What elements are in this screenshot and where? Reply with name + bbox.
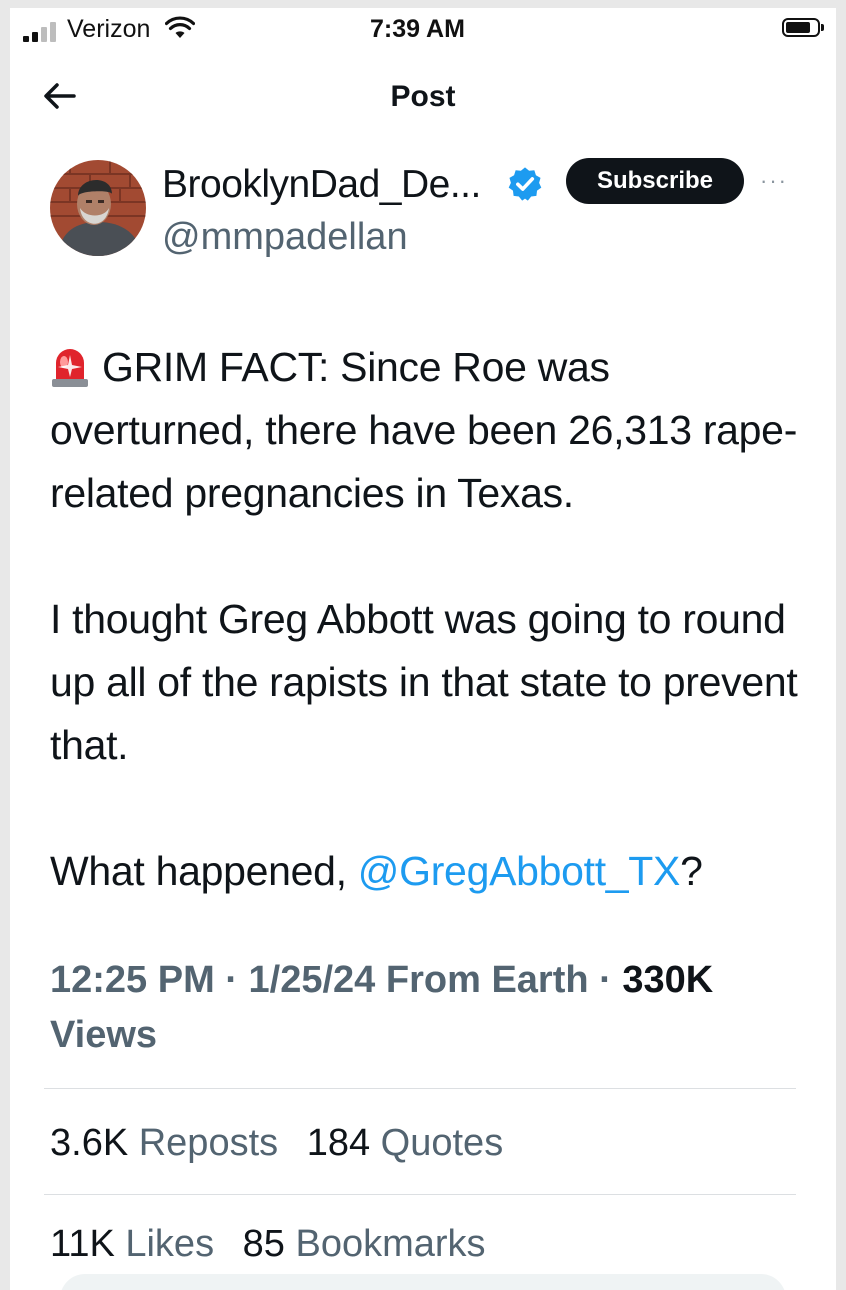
views-label: Views	[50, 1014, 158, 1056]
wifi-icon	[165, 16, 195, 38]
bookmarks-count: 85	[242, 1223, 285, 1265]
tweet-paragraph-3-suffix: ?	[680, 848, 703, 894]
likes-stat[interactable]: 11K Likes	[50, 1223, 214, 1265]
tweet-date[interactable]: 1/25/24	[249, 959, 376, 1001]
signal-strength-icon	[23, 20, 63, 42]
bookmarks-stat[interactable]: 85 Bookmarks	[243, 1223, 486, 1265]
carrier-name: Verizon	[67, 15, 151, 43]
tweet-paragraph-1: GRIM FACT: Since Roe was overturned, the…	[50, 336, 820, 525]
display-name[interactable]: BrooklynDad_De...	[162, 163, 481, 207]
meta-separator: ·	[214, 959, 249, 1001]
status-bar: Verizon 7:39 AM	[10, 8, 836, 52]
tweet-paragraph-1-text: GRIM FACT: Since Roe was overturned, the…	[50, 344, 798, 516]
reposts-label: Reposts	[138, 1122, 279, 1164]
views-count: 330K	[622, 959, 714, 1001]
more-options-icon[interactable]: ···	[760, 168, 788, 194]
battery-icon	[782, 18, 824, 37]
likes-count: 11K	[50, 1223, 115, 1265]
quotes-count: 184	[306, 1122, 371, 1164]
bookmarks-label: Bookmarks	[295, 1223, 486, 1265]
tweet-time[interactable]: 12:25 PM	[50, 959, 215, 1001]
tweet-paragraph-3-prefix: What happened,	[50, 848, 358, 894]
quotes-label: Quotes	[380, 1122, 504, 1164]
stats-row-1: 3.6K Reposts 184 Quotes	[50, 1122, 521, 1165]
divider	[44, 1194, 796, 1195]
tweet-paragraph-2: I thought Greg Abbott was going to round…	[50, 596, 798, 768]
meta-separator: ·	[588, 959, 623, 1001]
mention-link[interactable]: @GregAbbott_TX	[358, 848, 681, 894]
verified-badge-icon	[508, 167, 542, 201]
stats-row-2: 11K Likes 85 Bookmarks	[50, 1223, 504, 1266]
quotes-stat[interactable]: 184 Quotes	[307, 1122, 504, 1164]
police-light-icon	[52, 349, 88, 387]
reposts-count: 3.6K	[50, 1122, 129, 1164]
subscribe-button[interactable]: Subscribe	[566, 158, 744, 204]
user-handle[interactable]: @mmpadellan	[162, 216, 408, 259]
tweet-source: From Earth	[375, 959, 589, 1001]
reposts-stat[interactable]: 3.6K Reposts	[50, 1122, 278, 1164]
likes-label: Likes	[125, 1223, 215, 1265]
reply-bar[interactable]	[60, 1274, 786, 1290]
page-title: Post	[390, 80, 456, 113]
tweet-text: GRIM FACT: Since Roe was overturned, the…	[50, 336, 820, 903]
tweet-meta: 12:25 PM · 1/25/24 From Earth · 330K Vie…	[50, 953, 810, 1063]
divider	[44, 1088, 796, 1089]
nav-bar: Post	[10, 62, 836, 132]
phone-screen: Verizon 7:39 AM Post BrooklynDad_De... @…	[10, 8, 836, 1290]
avatar[interactable]	[50, 160, 146, 256]
tweet-paragraph-3: What happened, @GregAbbott_TX?	[50, 840, 820, 903]
status-time: 7:39 AM	[370, 15, 465, 43]
profile-photo	[50, 160, 146, 256]
